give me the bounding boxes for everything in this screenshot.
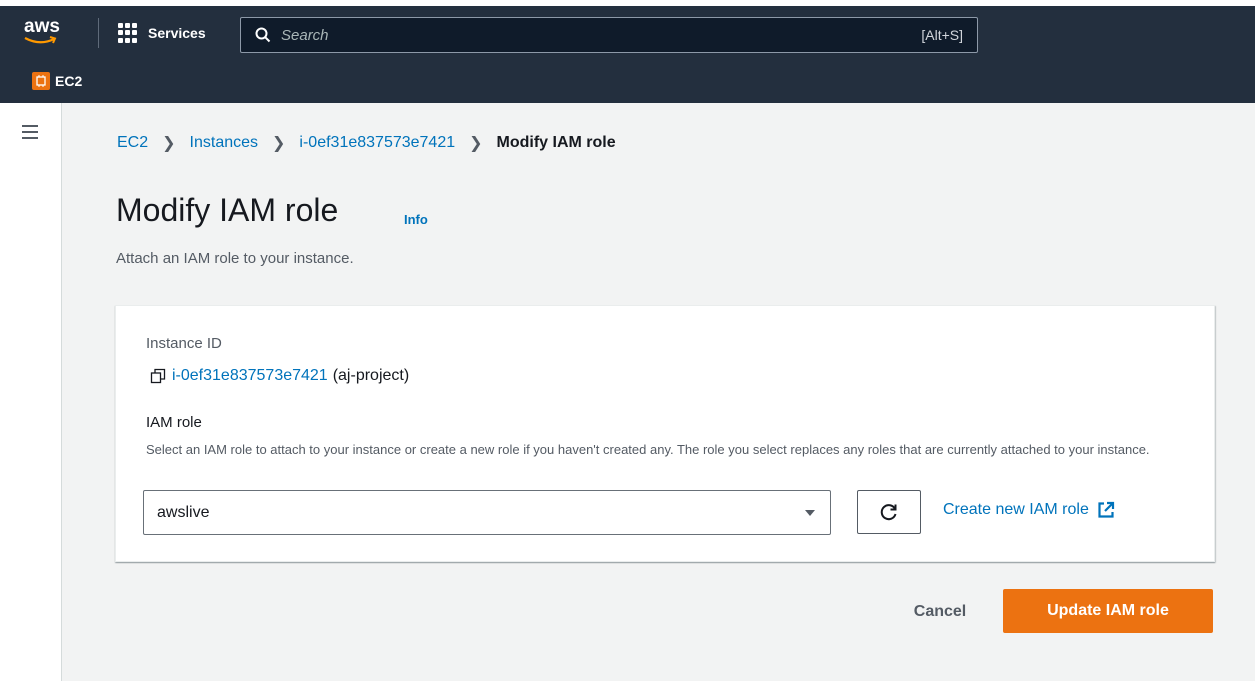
refresh-icon [880, 504, 897, 521]
search-icon [255, 27, 271, 43]
copy-icon[interactable] [150, 368, 166, 384]
side-navigation [0, 103, 62, 681]
info-link[interactable]: Info [404, 212, 428, 227]
caret-down-icon [805, 509, 815, 516]
breadcrumb-current: Modify IAM role [496, 134, 616, 151]
grid-icon [118, 23, 138, 43]
search-shortcut-hint: [Alt+S] [921, 27, 963, 43]
search-input[interactable] [281, 26, 922, 44]
hamburger-icon[interactable] [22, 125, 40, 139]
aws-smile-icon [24, 36, 57, 44]
aws-logo[interactable]: aws [22, 16, 66, 46]
chevron-right-icon: ❯ [162, 135, 176, 152]
services-menu-button[interactable]: Services [118, 20, 206, 46]
ec2-service-label: EC2 [55, 73, 83, 89]
page-title: Modify IAM role [116, 192, 339, 228]
breadcrumb: EC2 ❯ Instances ❯ i-0ef31e837573e7421 ❯ … [117, 133, 616, 153]
update-iam-role-label: Update IAM role [1047, 602, 1169, 619]
update-iam-role-button[interactable]: Update IAM role [1003, 589, 1213, 633]
ec2-service-shortcut[interactable]: EC2 [32, 68, 82, 94]
instance-name: (aj-project) [332, 367, 410, 384]
chevron-right-icon: ❯ [469, 135, 483, 152]
breadcrumb-instance-id[interactable]: i-0ef31e837573e7421 [299, 134, 455, 152]
refresh-button[interactable] [857, 490, 921, 534]
instance-id-value: i-0ef31e837573e7421 (aj-project) [150, 367, 409, 385]
iam-role-label: IAM role [146, 414, 202, 431]
topbar-strip [0, 0, 1255, 6]
create-iam-role-link[interactable]: Create new IAM role [943, 501, 1115, 519]
instance-id-label: Instance ID [146, 335, 222, 352]
cancel-button[interactable]: Cancel [890, 590, 990, 634]
chevron-right-icon: ❯ [272, 135, 286, 152]
create-iam-role-label: Create new IAM role [943, 501, 1089, 518]
top-navigation-bar: aws Services [Alt+S] [0, 0, 1255, 103]
topbar-divider [98, 18, 99, 48]
instance-id-link[interactable]: i-0ef31e837573e7421 [172, 367, 328, 385]
iam-role-select[interactable]: awslive [143, 490, 831, 535]
iam-role-selected-value: awslive [157, 503, 210, 521]
page-description: Attach an IAM role to your instance. [116, 250, 354, 267]
services-label: Services [148, 25, 206, 41]
ec2-icon [32, 72, 50, 90]
iam-role-description: Select an IAM role to attach to your ins… [146, 442, 1150, 457]
search-bar[interactable]: [Alt+S] [240, 17, 978, 53]
modify-iam-role-panel: Instance ID i-0ef31e837573e7421 (aj-proj… [115, 305, 1215, 562]
breadcrumb-instances[interactable]: Instances [190, 134, 258, 152]
breadcrumb-ec2[interactable]: EC2 [117, 134, 148, 152]
external-link-icon [1098, 501, 1114, 518]
aws-logo-text: aws [24, 16, 60, 37]
